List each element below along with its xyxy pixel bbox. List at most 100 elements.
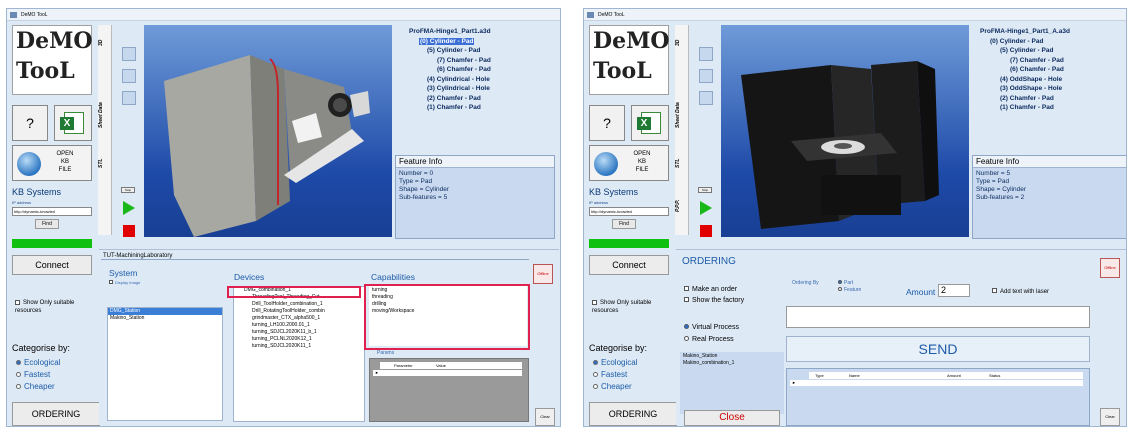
open-kb-file-button[interactable]: OPEN KB FILE xyxy=(589,145,669,181)
offline-button[interactable]: Offline xyxy=(1100,258,1120,278)
help-button[interactable]: ? xyxy=(12,105,48,141)
amount-input[interactable]: 2 xyxy=(938,284,970,297)
list-item[interactable]: DMG_Station xyxy=(108,308,222,315)
checkbox-box[interactable] xyxy=(592,299,597,305)
tree-root[interactable]: ProFMA-Hinge1_Part1_A.a3d xyxy=(972,27,1126,37)
3d-viewport[interactable] xyxy=(144,25,392,237)
find-button[interactable]: Find xyxy=(612,219,636,229)
close-button[interactable]: Close xyxy=(684,410,780,426)
category-fastest[interactable]: Fastest xyxy=(593,369,637,381)
view-cube-icon[interactable] xyxy=(122,47,136,61)
virtual-process-radio[interactable]: Virtual Process xyxy=(684,322,739,334)
list-item[interactable]: Makino_Station xyxy=(108,315,222,322)
table-row[interactable]: ► xyxy=(373,370,522,376)
radio-icon[interactable] xyxy=(838,280,842,284)
radio-icon[interactable] xyxy=(838,287,842,291)
category-ecological[interactable]: Ecological xyxy=(593,357,637,369)
play-icon[interactable] xyxy=(700,201,712,215)
tree-item[interactable]: (3) Cylindrical - Hole xyxy=(395,84,557,94)
clear-button[interactable]: Clear xyxy=(1100,408,1120,426)
clear-button[interactable]: Clear xyxy=(535,408,555,426)
tree-item[interactable]: (7) Chamfer - Pad xyxy=(972,56,1126,66)
ordering-button[interactable]: ORDERING xyxy=(589,402,677,426)
stop-small-button[interactable]: Stop xyxy=(698,187,712,193)
stop-icon[interactable] xyxy=(700,225,712,237)
make-order-checkbox[interactable]: Make an order xyxy=(684,284,744,295)
tree-item[interactable]: (0) Cylinder - Pad xyxy=(395,37,557,47)
radio-icon[interactable] xyxy=(593,384,598,389)
category-cheaper[interactable]: Cheaper xyxy=(16,381,60,393)
radio-icon[interactable] xyxy=(16,372,21,377)
show-only-checkbox[interactable]: Show Only suitable resources xyxy=(15,299,95,315)
offline-button[interactable]: Offline xyxy=(533,264,553,284)
tree-item[interactable]: (0) Cylinder - Pad xyxy=(972,37,1126,47)
real-process-radio[interactable]: Real Process xyxy=(684,334,739,346)
system-list[interactable]: DMG_Station Makino_Station xyxy=(107,307,223,421)
tree-item[interactable]: (4) Cylindrical - Hole xyxy=(395,75,557,85)
ordering-button[interactable]: ORDERING xyxy=(12,402,100,426)
radio-icon[interactable] xyxy=(684,336,689,341)
tree-item[interactable]: (6) Chamfer - Pad xyxy=(395,65,557,75)
connect-button[interactable]: Connect xyxy=(589,255,669,275)
list-item[interactable]: Drill_RotatingToolHolder_combin xyxy=(234,308,364,315)
tree-item[interactable]: (7) Chamfer - Pad xyxy=(395,56,557,66)
3d-viewport[interactable] xyxy=(721,25,969,237)
find-button[interactable]: Find xyxy=(35,219,59,229)
table-row[interactable]: ► xyxy=(790,380,1083,386)
list-item[interactable]: turning_PCLNL2020K12_1 xyxy=(234,336,364,343)
tab-stl[interactable]: STL xyxy=(98,151,112,175)
checkbox-box[interactable] xyxy=(15,299,20,305)
list-item[interactable]: Drill_ToolHolder_combination_1 xyxy=(234,301,364,308)
tab-sheet-data[interactable]: Sheet Data xyxy=(675,87,689,143)
list-item[interactable]: turning_SDJCL2020K11_1 xyxy=(234,343,364,350)
radio-icon[interactable] xyxy=(16,384,21,389)
open-kb-file-button[interactable]: OPEN KB FILE xyxy=(12,145,92,181)
show-factory-checkbox[interactable]: Show the factory xyxy=(684,295,744,306)
laser-text-input[interactable] xyxy=(786,306,1090,328)
tab-sheet-data[interactable]: Sheet Data xyxy=(98,87,112,143)
excel-button[interactable]: X xyxy=(54,105,92,141)
pan-icon[interactable] xyxy=(122,91,136,105)
category-ecological[interactable]: Ecological xyxy=(16,357,60,369)
tab-3d[interactable]: 3D xyxy=(98,29,112,57)
radio-icon[interactable] xyxy=(16,360,21,365)
list-item[interactable]: Makino_Station xyxy=(681,353,783,360)
show-only-checkbox[interactable]: Show Only suitable resources xyxy=(592,299,672,315)
category-cheaper[interactable]: Cheaper xyxy=(593,381,637,393)
list-item[interactable]: turning_LH100.2000.01_1 xyxy=(234,322,364,329)
rotate-icon[interactable] xyxy=(122,69,136,83)
tree-item[interactable]: (2) Chamfer - Pad xyxy=(972,94,1126,104)
tree-item[interactable]: (4) OddShape - Hole xyxy=(972,75,1126,85)
station-list[interactable]: Makino_Station Makino_combination_1 xyxy=(680,352,784,414)
params-table[interactable]: Parameter Value ► xyxy=(369,358,529,422)
ordering-by-part[interactable]: Part xyxy=(838,280,861,287)
tree-item[interactable]: (6) Chamfer - Pad xyxy=(972,65,1126,75)
list-item[interactable]: turning_SDJCL2020K11_b_1 xyxy=(234,329,364,336)
tree-item[interactable]: (3) OddShape - Hole xyxy=(972,84,1126,94)
tab-3d[interactable]: 3D xyxy=(675,29,689,57)
pan-icon[interactable] xyxy=(699,91,713,105)
tab-ppp[interactable]: P.P.P. xyxy=(675,191,689,221)
stop-icon[interactable] xyxy=(123,225,135,237)
tree-item[interactable]: (1) Chamfer - Pad xyxy=(972,103,1126,113)
checkbox-box[interactable] xyxy=(109,280,113,284)
view-cube-icon[interactable] xyxy=(699,47,713,61)
list-item[interactable]: Makino_combination_1 xyxy=(681,360,783,367)
ip-address-input[interactable]: http://dynamic-knowled xyxy=(589,207,669,216)
checkbox-box[interactable] xyxy=(992,288,997,293)
tree-item[interactable]: (5) Cylinder - Pad xyxy=(395,46,557,56)
list-item[interactable]: grindmaster_CTX_alpha500_1 xyxy=(234,315,364,322)
tree-item[interactable]: (1) Chamfer - Pad xyxy=(395,103,557,113)
excel-button[interactable]: X xyxy=(631,105,669,141)
checkbox-box[interactable] xyxy=(684,297,689,302)
tab-stl[interactable]: STL xyxy=(675,151,689,175)
order-table[interactable]: Type Name Amount Status ► xyxy=(786,368,1090,426)
display-image-checkbox[interactable]: Display Image xyxy=(109,280,140,285)
radio-icon[interactable] xyxy=(593,360,598,365)
add-text-laser-checkbox[interactable]: Add text with laser xyxy=(992,288,1049,295)
help-button[interactable]: ? xyxy=(589,105,625,141)
play-icon[interactable] xyxy=(123,201,135,215)
ip-address-input[interactable]: http://dynamic-knowled xyxy=(12,207,92,216)
radio-icon[interactable] xyxy=(593,372,598,377)
devices-list[interactable]: DMG_combination_1 ThreadingTool_Threadin… xyxy=(233,286,365,422)
